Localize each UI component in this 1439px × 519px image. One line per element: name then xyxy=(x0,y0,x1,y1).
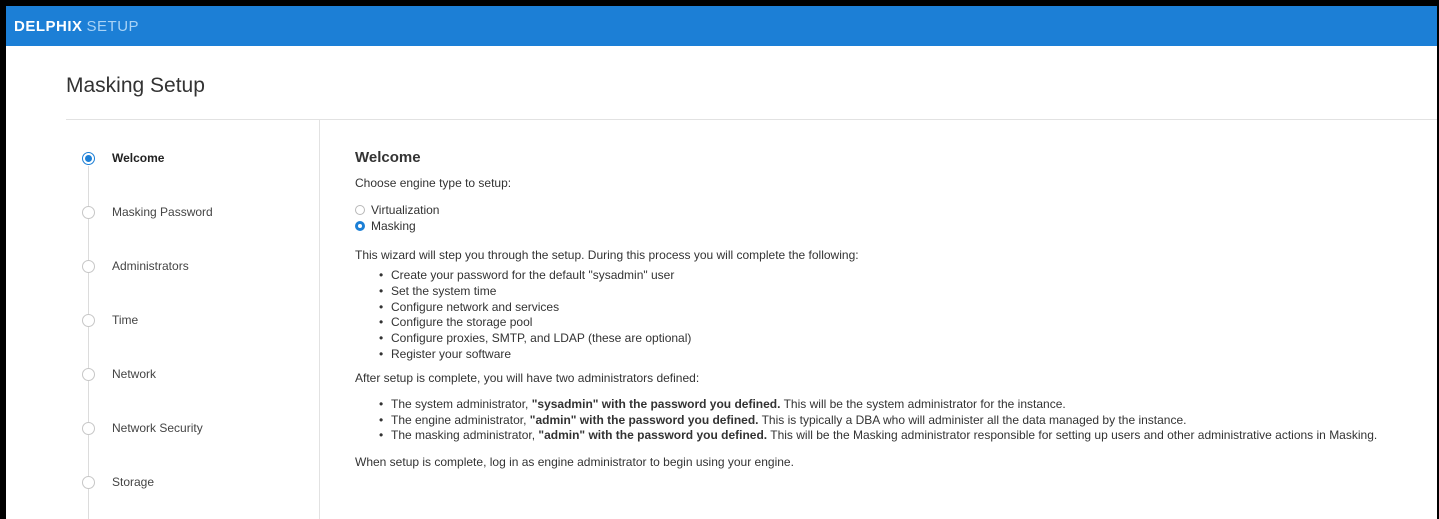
step-network[interactable]: Network xyxy=(76,362,156,386)
step-pending-icon xyxy=(82,367,95,381)
final-instruction-text: When setup is complete, log in as engine… xyxy=(355,455,794,470)
list-item: The engine administrator, "admin" with t… xyxy=(379,412,1435,429)
sidebar-divider xyxy=(319,120,320,519)
brand-logo: DELPHIX SETUP xyxy=(14,18,139,35)
header-divider xyxy=(66,119,1437,120)
option-label: Masking xyxy=(371,219,416,233)
welcome-panel: Welcome Choose engine type to setup: Vir… xyxy=(355,149,1435,469)
list-item: The system administrator, "sysadmin" wit… xyxy=(379,396,1435,413)
step-administrators[interactable]: Administrators xyxy=(76,254,189,278)
step-pending-icon xyxy=(82,421,95,435)
step-welcome[interactable]: Welcome xyxy=(76,146,164,170)
step-time[interactable]: Time xyxy=(76,308,138,332)
engine-type-prompt: Choose engine type to setup: xyxy=(355,176,512,190)
step-masking-password[interactable]: Masking Password xyxy=(76,200,213,224)
admin-description-text: This is typically a DBA who will adminis… xyxy=(758,412,1187,427)
step-network-security[interactable]: Network Security xyxy=(76,416,203,440)
admin-credential-text: "admin" with the password you defined. xyxy=(538,428,768,443)
list-item: The masking administrator, "admin" with … xyxy=(379,428,1435,444)
top-bar: DELPHIX SETUP xyxy=(6,6,1437,46)
after-setup-text: After setup is complete, you will have t… xyxy=(355,370,700,385)
admin-role-text: The system administrator, xyxy=(391,396,532,411)
step-pending-icon xyxy=(82,475,95,489)
step-label: Time xyxy=(112,313,139,327)
admin-credential-text: "sysadmin" with the password you defined… xyxy=(531,396,781,411)
admin-description-text: This will be the Masking administrator r… xyxy=(767,428,1378,443)
task-list: Create your password for the default "sy… xyxy=(355,268,1435,363)
list-item: Configure proxies, SMTP, and LDAP (these… xyxy=(379,331,1435,347)
list-item: Set the system time xyxy=(379,284,1435,300)
admin-role-text: The engine administrator, xyxy=(391,412,530,427)
list-item: Configure the storage pool xyxy=(379,315,1435,331)
step-pending-icon xyxy=(82,205,95,219)
list-item: Create your password for the default "sy… xyxy=(379,268,1435,284)
page-title: Masking Setup xyxy=(66,74,205,97)
step-label: Network xyxy=(112,367,157,381)
radio-checked-icon[interactable] xyxy=(355,221,365,231)
step-label: Administrators xyxy=(112,259,189,273)
radio-unchecked-icon[interactable] xyxy=(355,205,365,215)
setup-window: DELPHIX SETUP Masking Setup Welcome Maski… xyxy=(6,6,1437,519)
intro-text: This wizard will step you through the se… xyxy=(355,248,859,262)
step-label: Network Security xyxy=(112,421,203,435)
option-label: Virtualization xyxy=(371,203,440,217)
step-label: Masking Password xyxy=(112,205,213,219)
admin-credential-text: "admin" with the password you defined. xyxy=(529,412,759,427)
step-label: Welcome xyxy=(112,151,165,165)
step-label: Storage xyxy=(112,475,155,489)
brand-subtitle: SETUP xyxy=(86,17,140,35)
brand-name: DELPHIX xyxy=(14,17,83,35)
engine-type-radio-group: Virtualization Masking xyxy=(355,202,1435,234)
list-item: Configure network and services xyxy=(379,300,1435,316)
step-pending-icon xyxy=(82,259,95,273)
section-heading: Welcome xyxy=(355,149,421,166)
admin-description-text: This will be the system administrator fo… xyxy=(780,396,1066,411)
step-active-icon xyxy=(82,151,95,165)
step-pending-icon xyxy=(82,313,95,327)
step-storage[interactable]: Storage xyxy=(76,470,154,494)
option-masking[interactable]: Masking xyxy=(355,218,1435,234)
option-virtualization[interactable]: Virtualization xyxy=(355,202,1435,218)
administrators-list: The system administrator, "sysadmin" wit… xyxy=(355,397,1435,444)
admin-role-text: The masking administrator, xyxy=(391,428,539,443)
list-item: Register your software xyxy=(379,347,1435,363)
